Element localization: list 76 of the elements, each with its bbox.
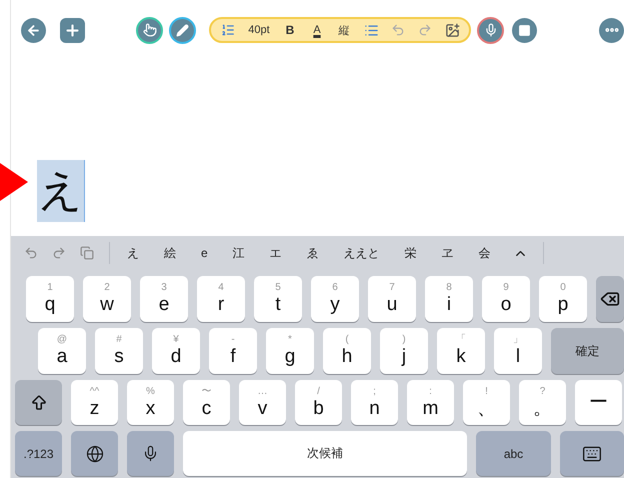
hand-tool-button[interactable] <box>136 16 163 44</box>
candidate-word[interactable]: 会 <box>470 244 500 262</box>
mode-key[interactable]: .?123 <box>15 431 62 476</box>
back-button[interactable] <box>21 18 46 42</box>
key[interactable]: ! 、 <box>463 380 510 425</box>
key[interactable]: ; n <box>351 380 398 425</box>
vertical-text-button[interactable]: 縦 <box>332 19 356 41</box>
dictation-key[interactable] <box>127 431 174 476</box>
key[interactable]: 3 e <box>140 276 188 322</box>
undo-icon <box>391 23 405 37</box>
key[interactable]: - f <box>209 328 257 374</box>
key[interactable]: 8 i <box>425 276 473 322</box>
font-size-button[interactable]: 40pt <box>243 19 275 41</box>
key[interactable]: 5 t <box>254 276 302 322</box>
candidate-word[interactable]: ゑ <box>298 244 328 262</box>
redo-icon <box>418 23 432 37</box>
key[interactable]: 9 o <box>482 276 530 322</box>
key[interactable]: % x <box>127 380 174 425</box>
key[interactable]: 6 y <box>311 276 359 322</box>
candidate-word[interactable]: e <box>192 246 217 260</box>
record-button[interactable] <box>477 16 504 44</box>
plus-icon <box>64 22 81 38</box>
image-plus-icon <box>444 22 460 38</box>
key[interactable]: 1 q <box>26 276 74 322</box>
key[interactable]: ) j <box>380 328 428 374</box>
space-key[interactable]: 次候補 <box>183 431 467 476</box>
confirm-key[interactable]: 確定 <box>551 328 624 374</box>
microphone-icon <box>484 23 498 37</box>
key[interactable]: ^^ z <box>71 380 118 425</box>
key[interactable]: 」 l <box>494 328 542 374</box>
candidate-word[interactable]: え <box>118 244 148 262</box>
key[interactable]: … v <box>239 380 286 425</box>
key[interactable]: ー <box>575 380 622 425</box>
mode-key[interactable]: abc <box>476 431 551 476</box>
key[interactable]: 2 w <box>83 276 131 322</box>
hand-pointer-icon <box>142 23 156 37</box>
stop-button[interactable] <box>512 18 537 42</box>
key[interactable]: : m <box>407 380 454 425</box>
candidate-word[interactable]: ええと <box>334 244 389 262</box>
key[interactable]: 「 k <box>437 328 485 374</box>
text-color-button[interactable]: A <box>305 19 329 41</box>
candidate-word[interactable]: 栄 <box>396 244 426 262</box>
add-button[interactable] <box>60 18 85 42</box>
list-icon <box>364 22 378 38</box>
pencil-icon <box>176 24 189 36</box>
dismiss-keyboard-key[interactable] <box>560 431 624 476</box>
shift-icon <box>30 394 48 412</box>
key[interactable]: # s <box>95 328 143 374</box>
microphone-icon <box>142 445 159 462</box>
stop-icon <box>518 24 531 36</box>
pointer-arrow-icon <box>0 163 28 201</box>
key[interactable]: 7 u <box>368 276 416 322</box>
keyboard-icon <box>582 444 602 464</box>
key[interactable]: ( h <box>323 328 371 374</box>
candidate-word[interactable]: ヱ <box>432 244 463 262</box>
candidate-word[interactable]: エ <box>260 244 291 262</box>
pen-tool-button[interactable] <box>169 16 196 44</box>
key[interactable]: * g <box>266 328 314 374</box>
globe-icon <box>86 444 104 462</box>
back-icon <box>26 22 41 38</box>
key[interactable]: 4 r <box>197 276 245 322</box>
key[interactable]: 〜 c <box>183 380 230 425</box>
candidate-word[interactable]: 江 <box>224 244 254 262</box>
more-button[interactable] <box>599 18 624 42</box>
key[interactable]: 0 p <box>539 276 587 322</box>
selected-text: え <box>37 160 85 222</box>
key[interactable]: @ a <box>38 328 86 374</box>
backspace-key[interactable] <box>596 276 624 322</box>
key[interactable]: ¥ d <box>152 328 200 374</box>
shift-key[interactable] <box>15 380 62 425</box>
numbered-list-icon <box>221 23 235 37</box>
key[interactable]: ? 。 <box>519 380 566 425</box>
bold-button[interactable]: B <box>278 19 302 41</box>
key[interactable]: / b <box>295 380 342 425</box>
candidate-word[interactable]: 絵 <box>155 244 185 262</box>
globe-key[interactable] <box>71 431 118 476</box>
